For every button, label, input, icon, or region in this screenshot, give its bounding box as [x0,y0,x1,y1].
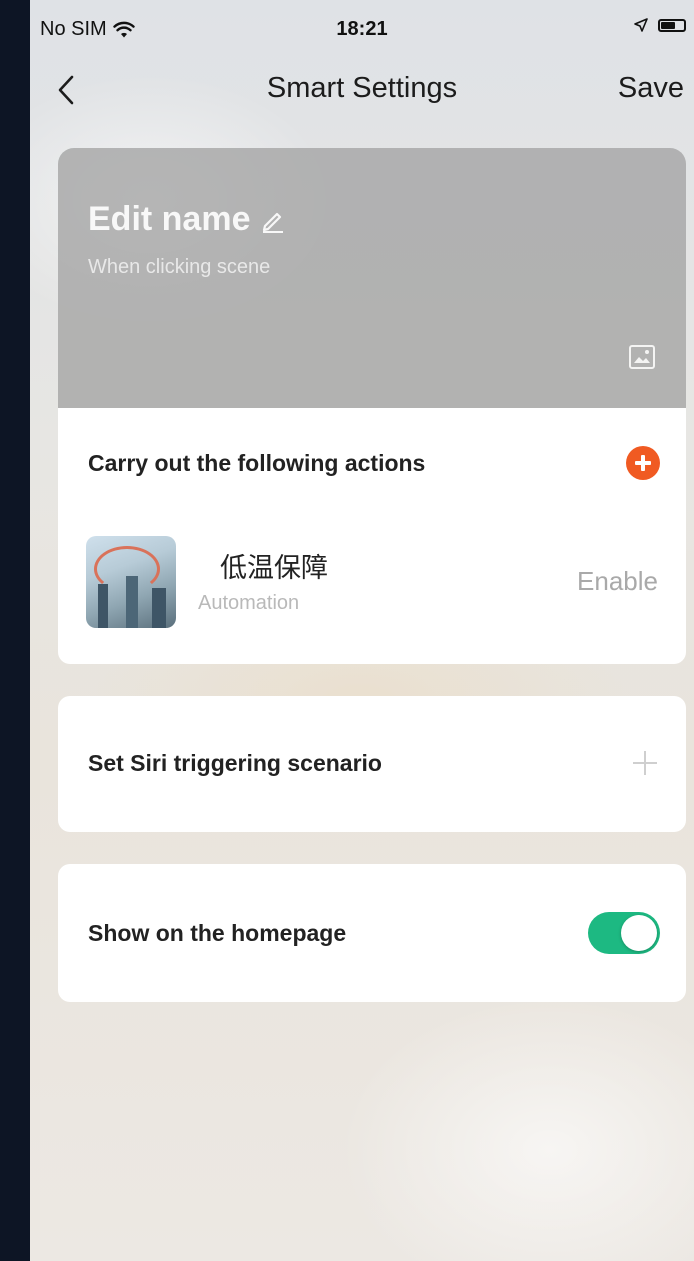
battery-level [661,21,676,29]
edit-name-label: Edit name [88,200,251,238]
action-status[interactable]: Enable [577,566,658,597]
action-thumbnail [86,536,176,628]
toggle-knob [621,915,657,951]
scene-subtitle: When clicking scene [88,256,271,278]
action-name: 低温保障 [220,553,328,583]
plus-icon[interactable] [632,750,658,776]
location-arrow-icon [634,18,648,32]
battery-icon [658,18,686,32]
page-title: Smart Settings [266,72,458,104]
list-item[interactable]: 低温保障 Automation Enable [58,526,686,636]
action-type: Automation [198,592,300,614]
actions-section-title: Carry out the following actions [88,450,426,476]
nav-bar: Smart Settings Save [30,58,694,122]
edit-name-button[interactable]: Edit name [88,200,286,239]
scene-header-card: Edit name When clicking scene [58,148,686,410]
phone-screen: No SIM 18:21 Smart Settings Save Edit na… [30,0,694,1261]
pencil-icon [263,212,284,233]
actions-card: Carry out the following actions 低温保障 Aut… [58,408,686,664]
device-frame [0,0,30,1261]
status-time: 18:21 [336,18,388,40]
status-right [634,18,686,32]
siri-section-title: Set Siri triggering scenario [88,750,382,776]
status-bar: No SIM 18:21 [30,0,694,58]
save-button[interactable]: Save [618,72,684,105]
show-on-homepage-toggle[interactable] [588,912,660,954]
homepage-section-title: Show on the homepage [88,920,347,946]
siri-card[interactable]: Set Siri triggering scenario [58,696,686,832]
homepage-card: Show on the homepage [58,864,686,1002]
plus-circle-icon[interactable] [626,446,660,480]
image-icon[interactable] [628,344,656,370]
